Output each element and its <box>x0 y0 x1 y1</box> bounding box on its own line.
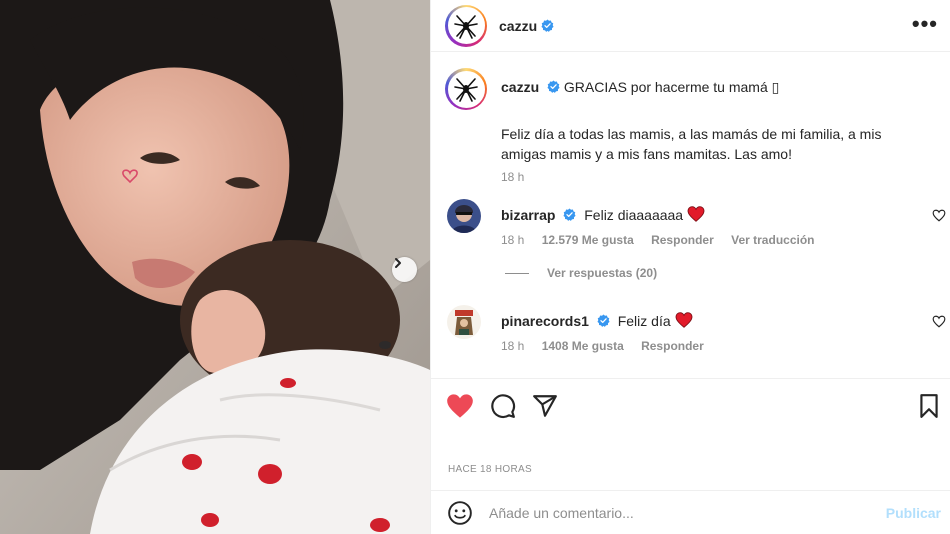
comment-text: Feliz diaaaaaaa <box>584 207 684 223</box>
emoji-smiley-icon[interactable] <box>447 500 473 526</box>
chevron-right-icon <box>395 258 401 268</box>
comment-likes[interactable]: 12.579 Me gusta <box>542 233 634 247</box>
view-replies-link[interactable]: Ver respuestas (20) <box>505 266 657 280</box>
commenter-username[interactable]: pinarecords1 <box>501 313 589 329</box>
reply-button[interactable]: Responder <box>651 233 714 247</box>
comment-composer: Añade un comentario... Publicar <box>431 490 950 534</box>
avatar-image <box>447 199 481 233</box>
verified-badge-icon <box>547 80 560 93</box>
author-username[interactable]: cazzu <box>499 18 537 34</box>
reply-button[interactable]: Responder <box>641 339 704 353</box>
post-header: cazzu ••• <box>431 0 950 52</box>
verified-badge-icon <box>563 208 576 221</box>
instagram-post-view: cazzu ••• cazzu GRACIAS por hacerme tu m… <box>0 0 950 534</box>
like-heart-icon[interactable] <box>446 393 474 419</box>
verified-badge-icon <box>597 314 610 327</box>
comment-text: Feliz día <box>617 313 671 329</box>
commenter-avatar[interactable] <box>447 305 481 339</box>
post-timestamp: HACE 18 HORAS <box>448 464 532 475</box>
caption-username[interactable]: cazzu <box>501 79 539 95</box>
verified-badge-icon <box>541 19 554 32</box>
post-actions-bar <box>431 378 950 434</box>
replies-divider <box>505 272 529 274</box>
more-options-button[interactable]: ••• <box>912 13 938 35</box>
comment-time: 18 h <box>501 233 525 247</box>
post-caption: cazzu GRACIAS por hacerme tu mamá ▯ Feli… <box>445 68 935 184</box>
post-side-panel: cazzu ••• cazzu GRACIAS por hacerme tu m… <box>430 0 950 534</box>
caption-time: 18 h <box>501 170 525 184</box>
avatar-image <box>447 305 481 339</box>
like-comment-heart-icon[interactable] <box>932 209 946 222</box>
share-send-icon[interactable] <box>532 393 558 419</box>
post-photo[interactable] <box>0 0 430 534</box>
spider-logo-icon <box>454 78 478 102</box>
commenter-avatar[interactable] <box>447 199 481 233</box>
publish-button[interactable]: Publicar <box>886 505 941 521</box>
comment-input[interactable]: Añade un comentario... <box>489 505 886 521</box>
translate-button[interactable]: Ver traducción <box>731 233 814 247</box>
save-bookmark-icon[interactable] <box>918 393 940 419</box>
red-heart-emoji-icon <box>675 312 692 328</box>
caption-author-avatar[interactable] <box>445 68 487 110</box>
caption-body: Feliz día a todas las mamis, a las mamás… <box>501 126 882 162</box>
next-image-button[interactable] <box>392 257 417 282</box>
caption-text: GRACIAS por hacerme tu mamá ▯ <box>563 79 780 95</box>
photo-illustration <box>0 0 430 534</box>
spider-logo-icon <box>454 14 478 39</box>
red-heart-emoji-icon <box>687 206 705 222</box>
comment-time: 18 h <box>501 339 525 353</box>
comment-likes[interactable]: 1408 Me gusta <box>542 339 624 353</box>
author-avatar[interactable] <box>445 4 487 47</box>
commenter-username[interactable]: bizarrap <box>501 207 555 223</box>
comment-bubble-icon[interactable] <box>490 393 516 419</box>
view-replies-label: Ver respuestas (20) <box>547 266 658 280</box>
like-comment-heart-icon[interactable] <box>932 315 946 328</box>
